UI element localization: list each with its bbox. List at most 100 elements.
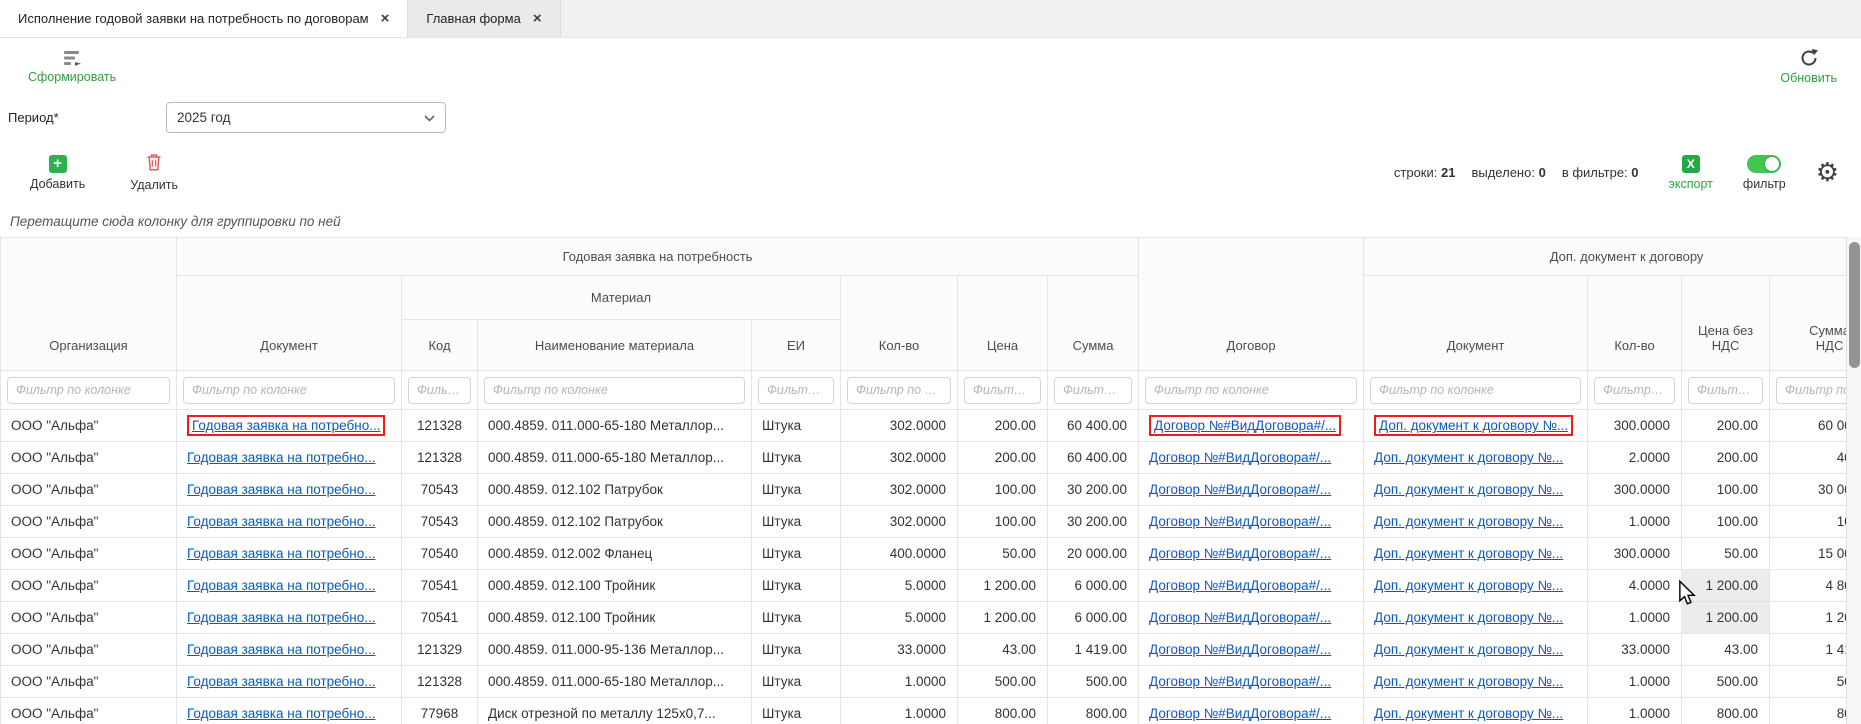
toggle-on-icon[interactable]: [1747, 155, 1781, 173]
column-header-qty[interactable]: Кол-во: [841, 276, 958, 371]
filter-input-contract-doc[interactable]: [1370, 377, 1581, 404]
cell-doc: Годовая заявка на потребно...: [177, 506, 402, 538]
table-row[interactable]: ООО "Альфа" Годовая заявка на потребно..…: [1, 602, 1861, 634]
contract-doc-link[interactable]: Доп. документ к договору №...: [1374, 450, 1563, 465]
doc-link[interactable]: Годовая заявка на потребно...: [187, 706, 375, 721]
table-row[interactable]: ООО "Альфа" Годовая заявка на потребно..…: [1, 538, 1861, 570]
cell-doc: Годовая заявка на потребно...: [177, 666, 402, 698]
contract-link[interactable]: Договор №#ВидДоговора#/...: [1149, 482, 1331, 497]
export-label: экспорт: [1669, 177, 1713, 191]
doc-link[interactable]: Годовая заявка на потребно...: [187, 642, 375, 657]
column-header-doc[interactable]: Документ: [177, 276, 402, 371]
filter-input-org[interactable]: [7, 377, 170, 404]
delete-button[interactable]: Удалить: [130, 153, 178, 192]
contract-doc-link[interactable]: Доп. документ к договору №...: [1374, 610, 1563, 625]
tab-main-form[interactable]: Главная форма ×: [408, 0, 560, 37]
cell-contract-doc: Доп. документ к договору №...: [1364, 666, 1588, 698]
contract-doc-link[interactable]: Доп. документ к договору №...: [1374, 674, 1563, 689]
column-header-code[interactable]: Код: [402, 320, 478, 371]
table-row[interactable]: ООО "Альфа" Годовая заявка на потребно..…: [1, 410, 1861, 442]
cell-sum: 60 400.00: [1048, 442, 1139, 474]
filter-input-doc[interactable]: [183, 377, 395, 404]
add-button[interactable]: + Добавить: [30, 155, 85, 191]
in-filter-count: 0: [1631, 165, 1638, 180]
plus-icon: +: [49, 155, 67, 173]
contract-link[interactable]: Договор №#ВидДоговора#/...: [1149, 706, 1331, 721]
vertical-scrollbar[interactable]: [1846, 237, 1861, 724]
filter-input-qty2[interactable]: [1594, 377, 1675, 404]
close-icon[interactable]: ×: [381, 11, 390, 26]
contract-link[interactable]: Договор №#ВидДоговора#/...: [1149, 578, 1331, 593]
contract-doc-link[interactable]: Доп. документ к договору №...: [1374, 578, 1563, 593]
filter-toggle-button[interactable]: фильтр: [1743, 155, 1786, 191]
column-header-sum[interactable]: Сумма: [1048, 276, 1139, 371]
column-header-contract-doc[interactable]: Документ: [1364, 276, 1588, 371]
filter-input-name[interactable]: [484, 377, 745, 404]
group-by-panel[interactable]: Перетащите сюда колонку для группировки …: [0, 205, 1861, 237]
doc-link[interactable]: Годовая заявка на потребно...: [187, 514, 375, 529]
cell-sum: 500.00: [1048, 666, 1139, 698]
cell-doc: Годовая заявка на потребно...: [177, 410, 402, 442]
filter-input-contract[interactable]: [1145, 377, 1357, 404]
column-header-qty2[interactable]: Кол-во: [1588, 276, 1682, 371]
filter-input-unit[interactable]: [758, 377, 834, 404]
doc-link[interactable]: Годовая заявка на потребно...: [187, 674, 375, 689]
contract-doc-link[interactable]: Доп. документ к договору №...: [1374, 706, 1563, 721]
table-row[interactable]: ООО "Альфа" Годовая заявка на потребно..…: [1, 442, 1861, 474]
contract-doc-link[interactable]: Доп. документ к договору №...: [1374, 514, 1563, 529]
period-label: Период*: [8, 110, 166, 125]
table-row[interactable]: ООО "Альфа" Годовая заявка на потребно..…: [1, 698, 1861, 724]
column-header-contract[interactable]: Договор: [1139, 238, 1364, 371]
cell-doc: Годовая заявка на потребно...: [177, 442, 402, 474]
filter-input-qty[interactable]: [847, 377, 951, 404]
table-row[interactable]: ООО "Альфа" Годовая заявка на потребно..…: [1, 506, 1861, 538]
contract-link[interactable]: Договор №#ВидДоговора#/...: [1149, 415, 1341, 436]
cell-code: 121328: [402, 442, 478, 474]
column-header-unit[interactable]: ЕИ: [752, 320, 841, 371]
table-row[interactable]: ООО "Альфа" Годовая заявка на потребно..…: [1, 570, 1861, 602]
table-row[interactable]: ООО "Альфа" Годовая заявка на потребно..…: [1, 666, 1861, 698]
settings-gear-icon[interactable]: ⚙: [1816, 160, 1839, 186]
doc-link[interactable]: Годовая заявка на потребно...: [187, 415, 385, 436]
contract-link[interactable]: Договор №#ВидДоговора#/...: [1149, 514, 1331, 529]
filter-input-code[interactable]: [408, 377, 471, 404]
close-icon[interactable]: ×: [533, 11, 542, 26]
filter-input-price[interactable]: [964, 377, 1041, 404]
column-header-price[interactable]: Цена: [958, 276, 1048, 371]
filter-input-price-novat[interactable]: [1688, 377, 1763, 404]
filter-input-sum[interactable]: [1054, 377, 1132, 404]
column-header-material-name[interactable]: Наименование материала: [478, 320, 752, 371]
column-header-org[interactable]: Организация: [1, 238, 177, 371]
doc-link[interactable]: Годовая заявка на потребно...: [187, 578, 375, 593]
doc-link[interactable]: Годовая заявка на потребно...: [187, 482, 375, 497]
cell-org: ООО "Альфа": [1, 698, 177, 724]
refresh-button[interactable]: Обновить: [1780, 48, 1837, 85]
contract-doc-link[interactable]: Доп. документ к договору №...: [1374, 482, 1563, 497]
cell-unit: Штука: [752, 538, 841, 570]
contract-link[interactable]: Договор №#ВидДоговора#/...: [1149, 642, 1331, 657]
tab-annual-request-execution[interactable]: Исполнение годовой заявки на потребность…: [0, 0, 408, 37]
generate-button[interactable]: Сформировать: [28, 50, 116, 84]
contract-doc-link[interactable]: Доп. документ к договору №...: [1374, 415, 1573, 436]
export-excel-button[interactable]: X экспорт: [1669, 155, 1713, 191]
period-select[interactable]: 2025 год: [166, 102, 446, 133]
scrollbar-thumb[interactable]: [1849, 242, 1860, 368]
contract-link[interactable]: Договор №#ВидДоговора#/...: [1149, 674, 1331, 689]
cell-sum: 800.00: [1048, 698, 1139, 724]
doc-link[interactable]: Годовая заявка на потребно...: [187, 450, 375, 465]
contract-link[interactable]: Договор №#ВидДоговора#/...: [1149, 450, 1331, 465]
cell-qty2: 33.0000: [1588, 634, 1682, 666]
doc-link[interactable]: Годовая заявка на потребно...: [187, 546, 375, 561]
contract-doc-link[interactable]: Доп. документ к договору №...: [1374, 546, 1563, 561]
tab-label: Главная форма: [426, 11, 520, 26]
cell-org: ООО "Альфа": [1, 506, 177, 538]
contract-link[interactable]: Договор №#ВидДоговора#/...: [1149, 546, 1331, 561]
column-header-price-novat[interactable]: Цена без НДС: [1682, 276, 1770, 371]
contract-link[interactable]: Договор №#ВидДоговора#/...: [1149, 610, 1331, 625]
cell-sum: 30 200.00: [1048, 474, 1139, 506]
contract-doc-link[interactable]: Доп. документ к договору №...: [1374, 642, 1563, 657]
table-row[interactable]: ООО "Альфа" Годовая заявка на потребно..…: [1, 634, 1861, 666]
cell-unit: Штука: [752, 442, 841, 474]
table-row[interactable]: ООО "Альфа" Годовая заявка на потребно..…: [1, 474, 1861, 506]
doc-link[interactable]: Годовая заявка на потребно...: [187, 610, 375, 625]
